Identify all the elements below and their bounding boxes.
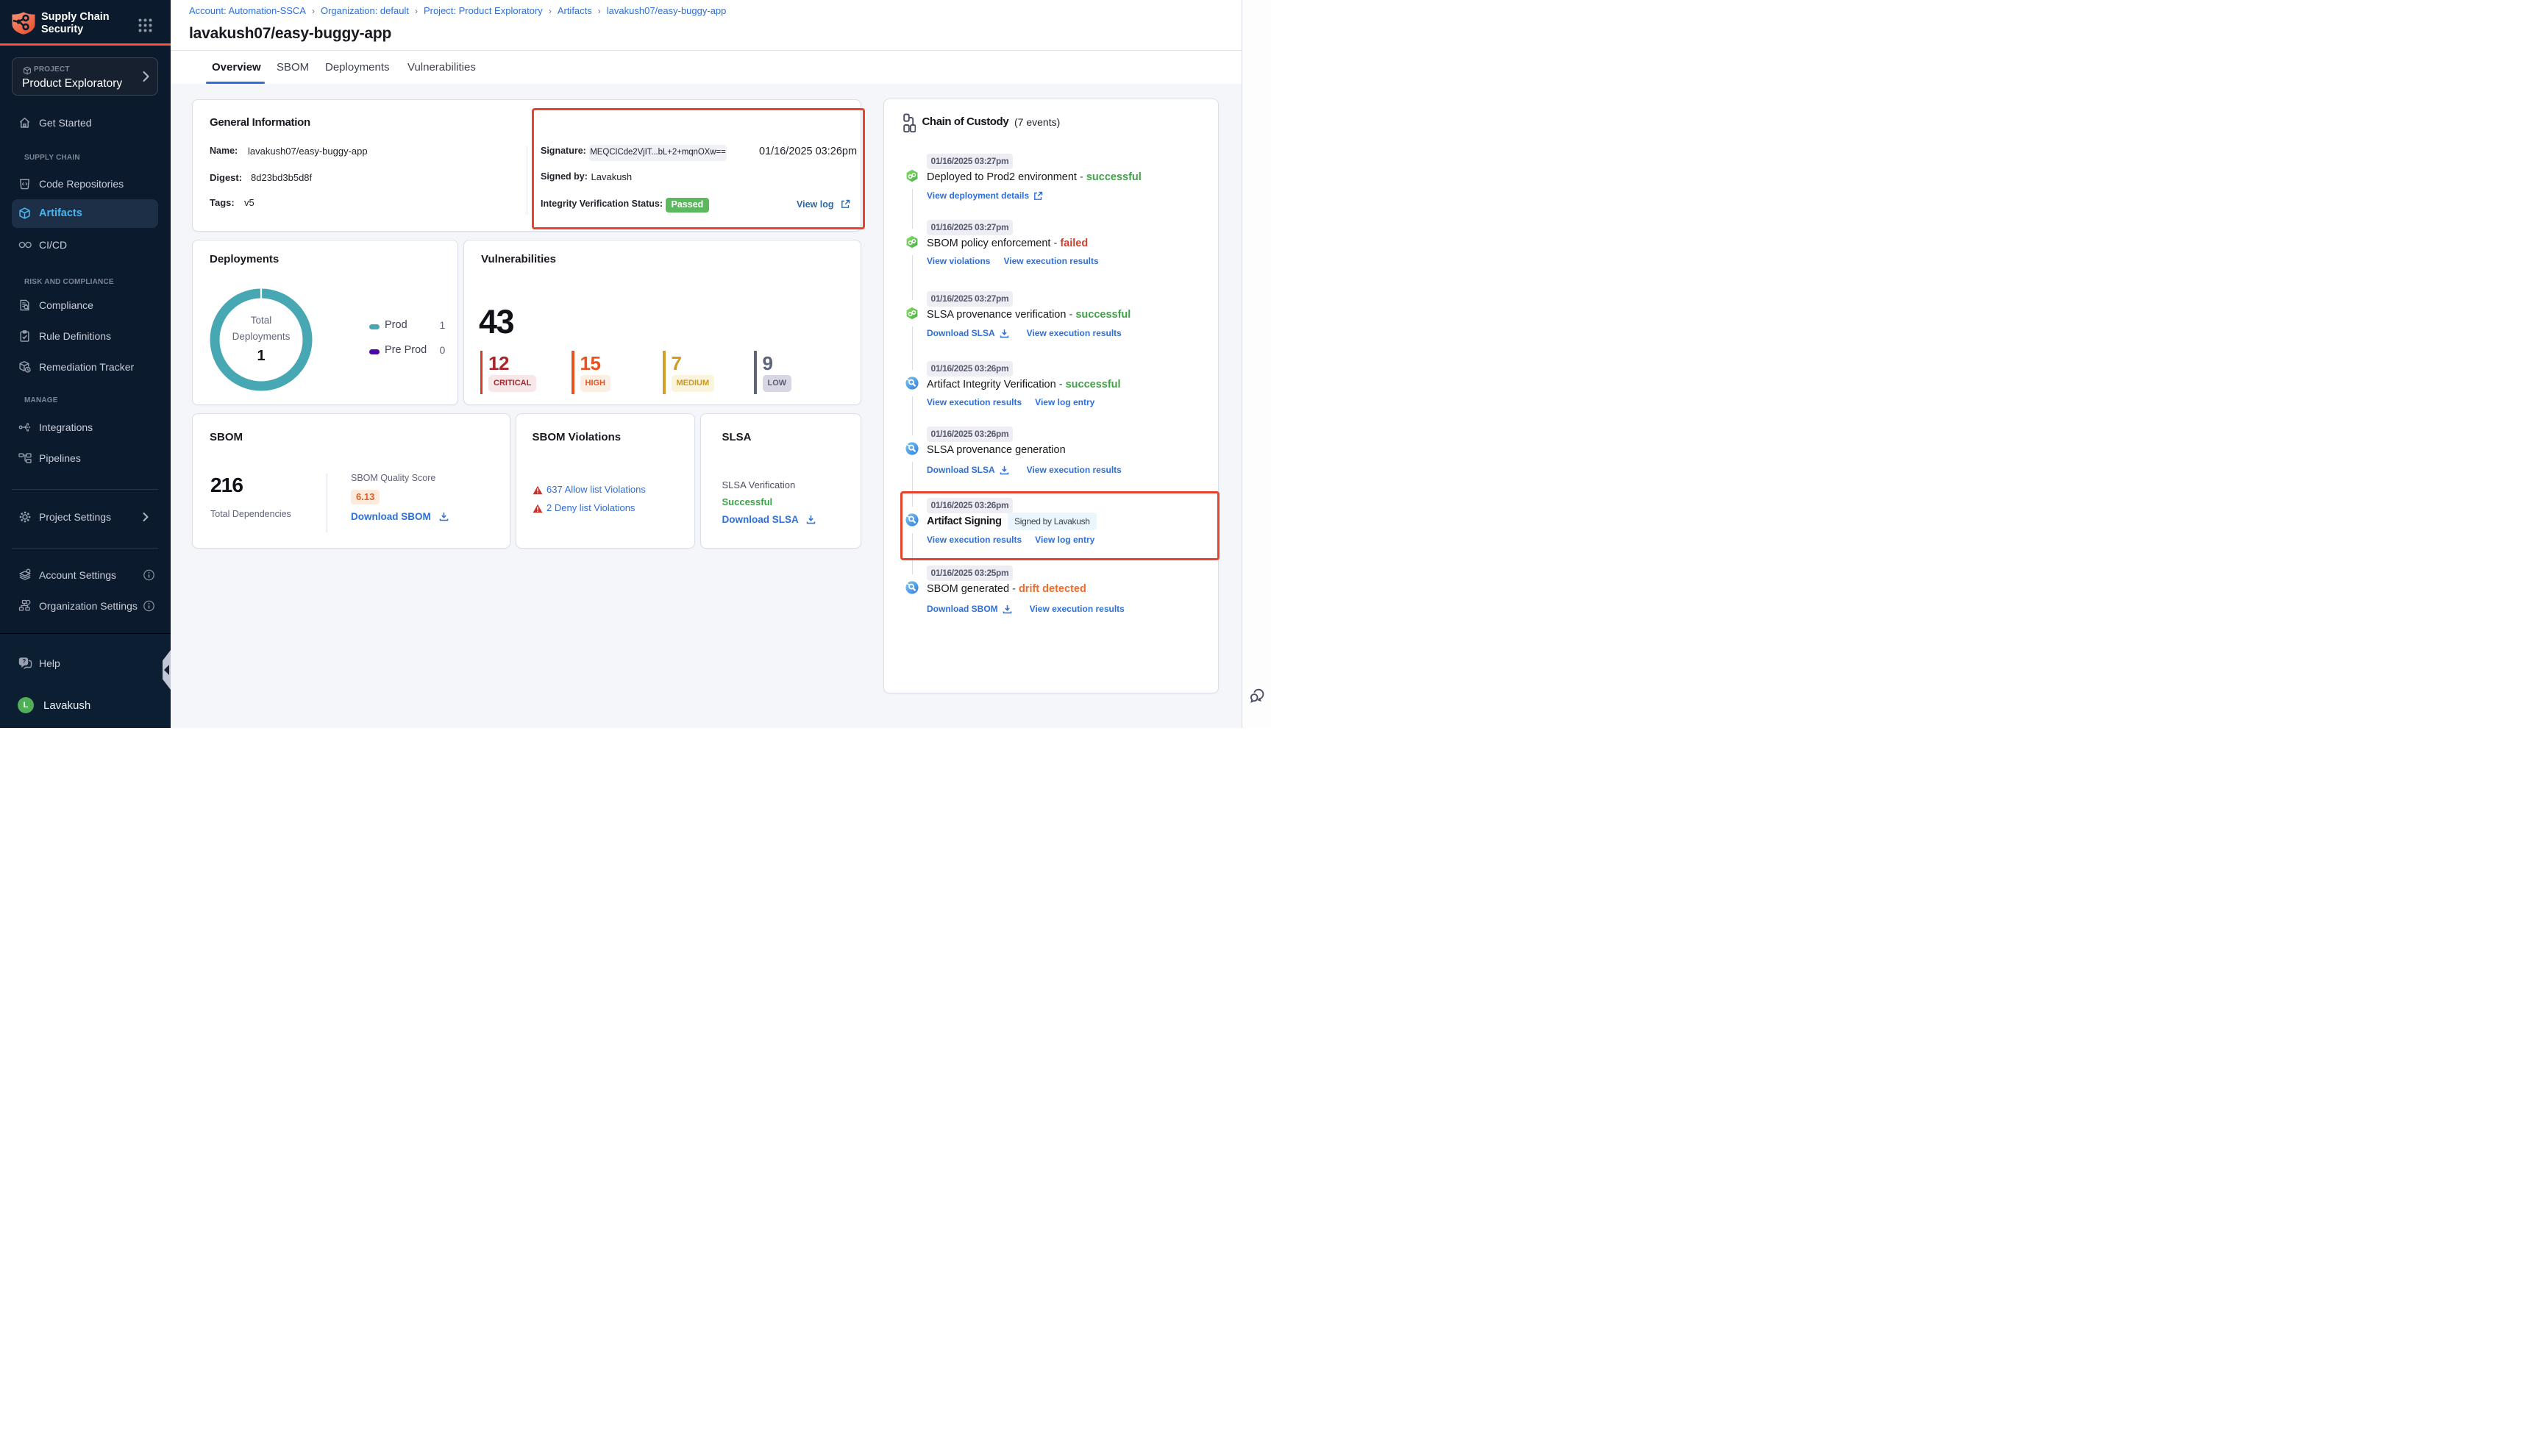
svg-text:?: ?	[22, 658, 26, 665]
